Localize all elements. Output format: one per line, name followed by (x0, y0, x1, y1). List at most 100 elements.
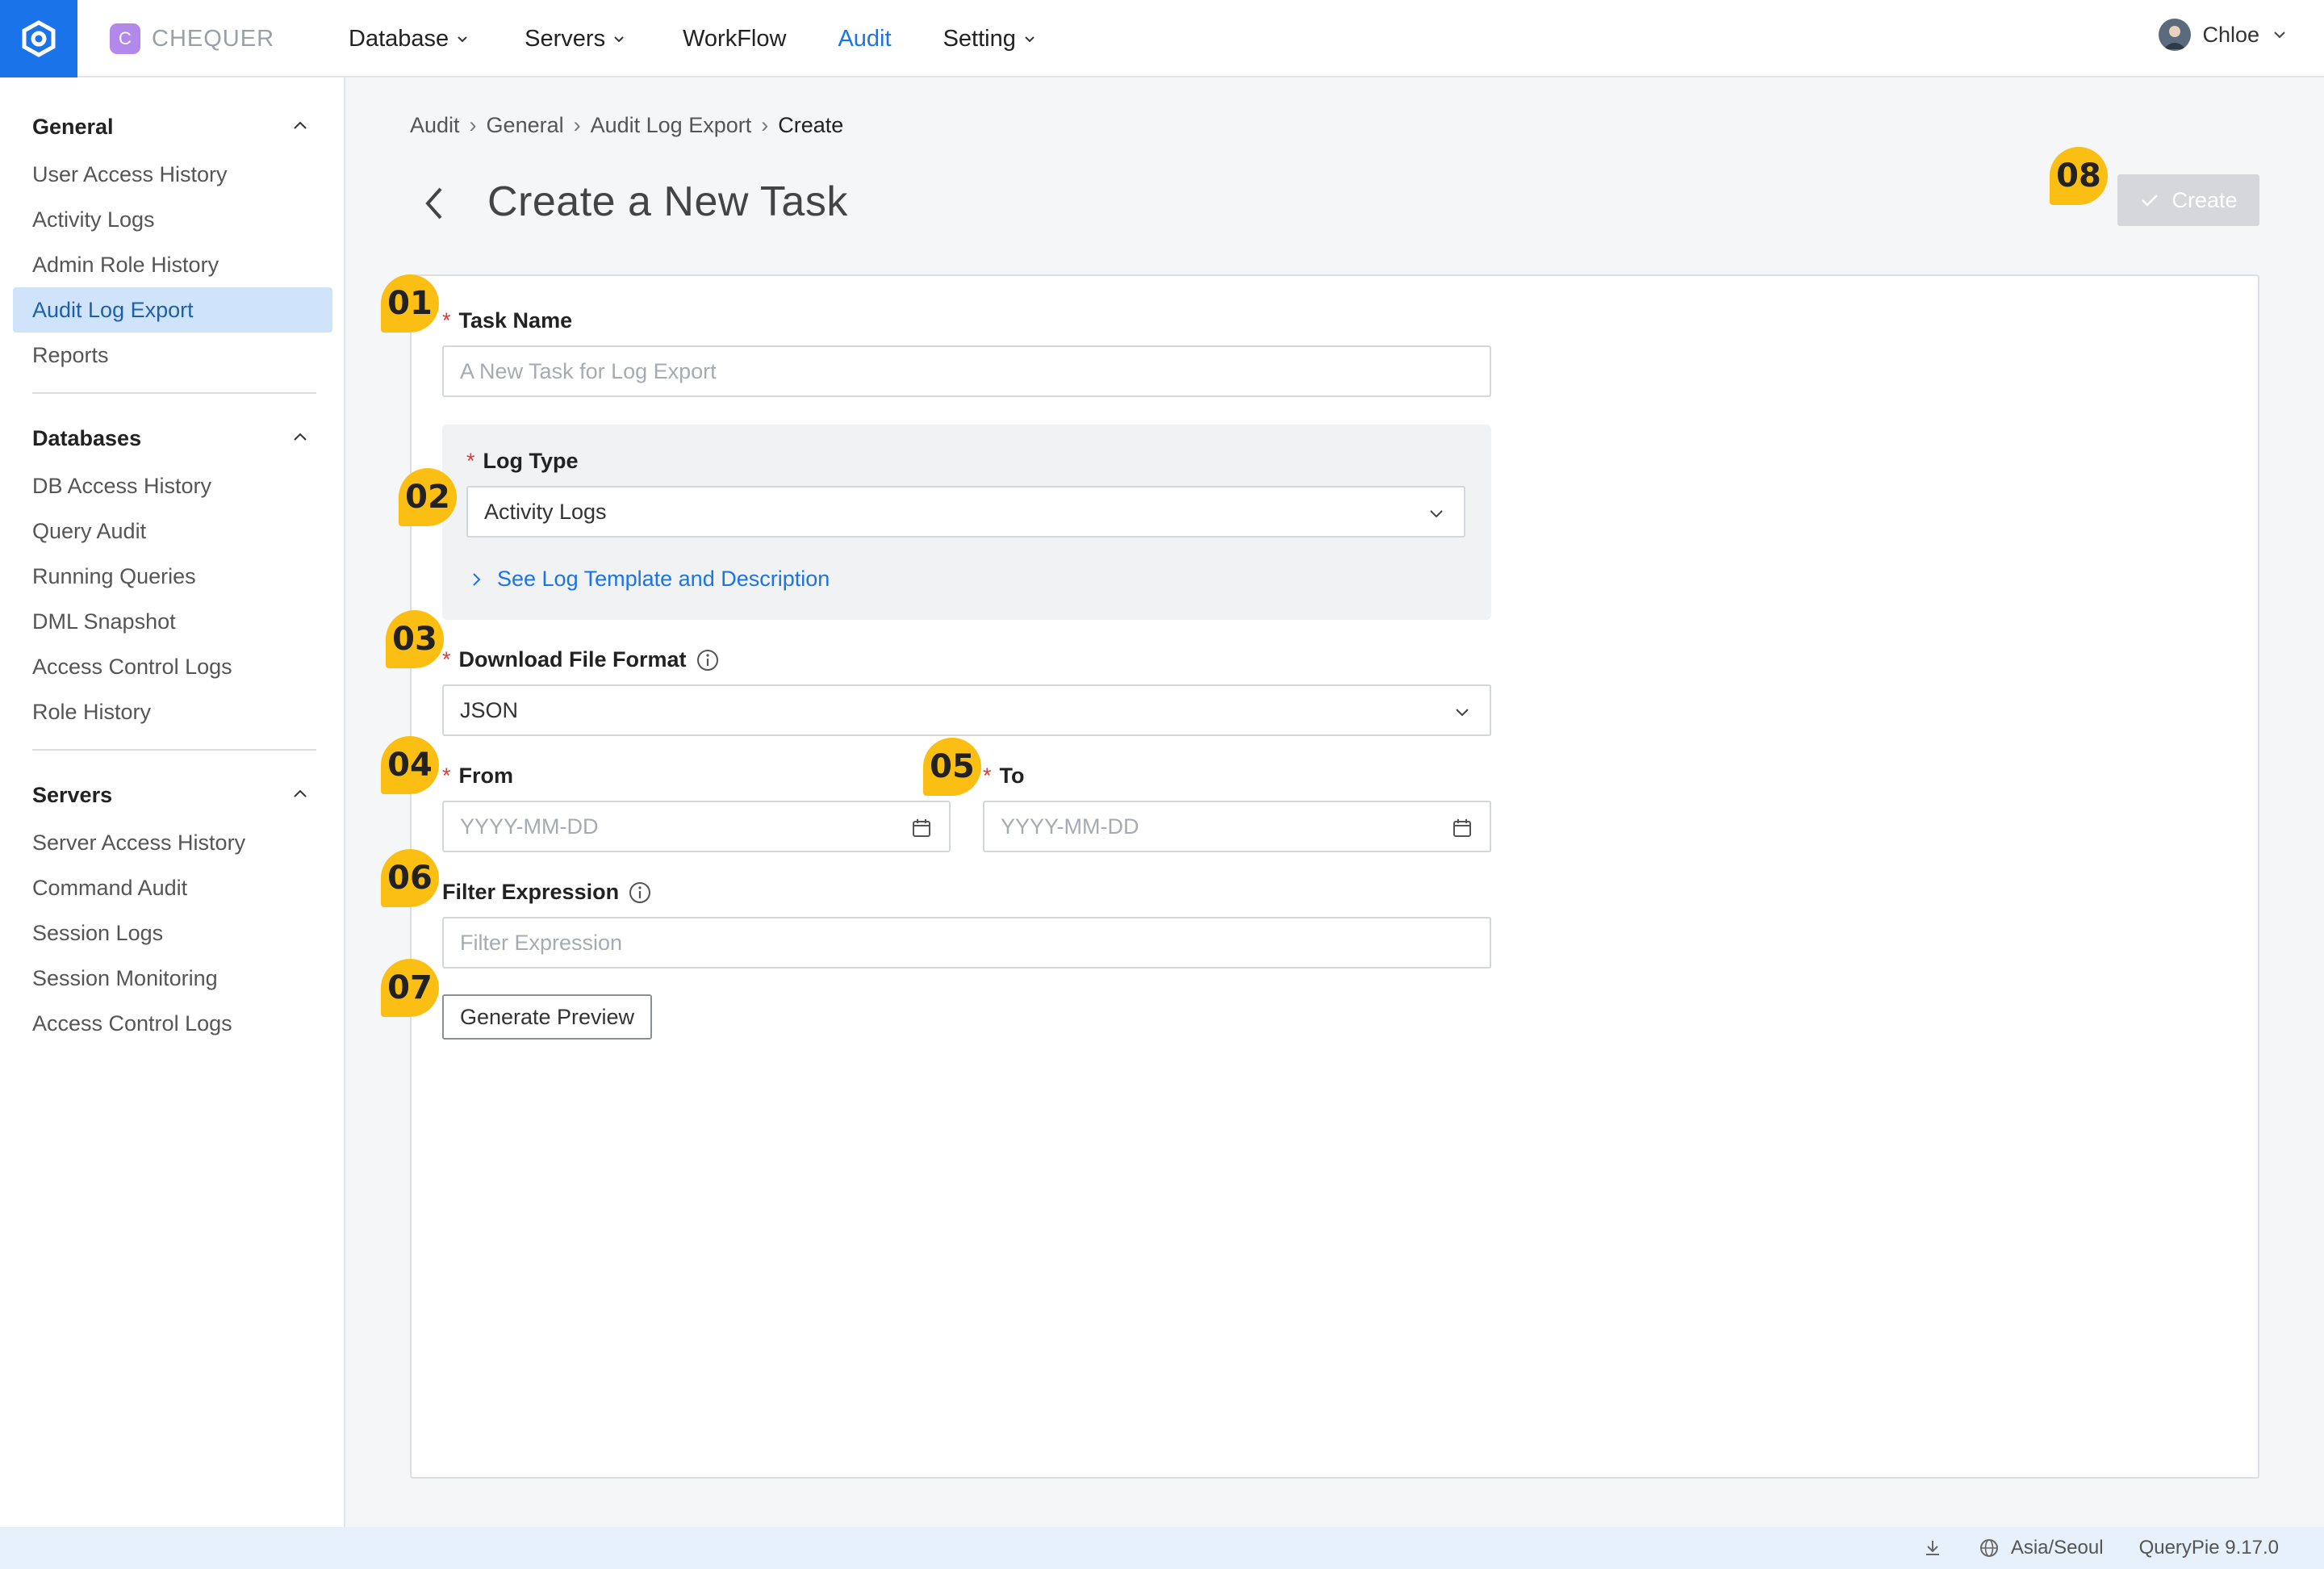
sidebar-item-server-access-control-logs[interactable]: Access Control Logs (13, 1001, 332, 1046)
breadcrumb-create: Create (778, 113, 844, 137)
from-label: * From (442, 764, 513, 789)
chevron-up-icon[interactable] (290, 784, 310, 804)
breadcrumb: Audit › General › Audit Log Export › Cre… (410, 113, 843, 138)
required-mark: * (983, 764, 992, 788)
sidebar-group-databases[interactable]: Databases (32, 426, 141, 451)
calendar-icon[interactable] (1451, 817, 1473, 839)
nav-item-label: Audit (838, 25, 892, 52)
page-title: Create a New Task (487, 178, 848, 225)
file-format-value: JSON (460, 697, 519, 722)
annotation-badge-05: 05 (923, 738, 981, 796)
sidebar-item-user-access-history[interactable]: User Access History (13, 152, 332, 197)
top-navigation-bar: C CHEQUER Database Servers WorkFlow Audi… (0, 0, 2324, 77)
sidebar-group-servers[interactable]: Servers (32, 783, 112, 808)
chevron-down-icon (1430, 510, 1443, 518)
nav-item-label: Servers (525, 25, 606, 52)
chevron-left-icon[interactable] (416, 182, 452, 224)
sidebar-item-session-monitoring[interactable]: Session Monitoring (13, 956, 332, 1001)
sidebar-item-running-queries[interactable]: Running Queries (13, 554, 332, 599)
nav-item-setting[interactable]: Setting (943, 26, 1037, 52)
required-mark: * (442, 308, 451, 333)
file-format-label-text: Download File Format (458, 647, 687, 672)
info-icon[interactable] (629, 881, 651, 904)
required-mark: * (442, 647, 451, 672)
sidebar-item-db-access-history[interactable]: DB Access History (13, 463, 332, 508)
nav-item-database[interactable]: Database (349, 26, 470, 52)
file-format-select[interactable]: JSON (442, 684, 1491, 736)
chevron-right-icon: › (573, 113, 581, 137)
user-menu[interactable]: Chloe (2159, 16, 2288, 53)
chevron-down-icon (1025, 36, 1035, 43)
nav-item-servers[interactable]: Servers (525, 26, 626, 52)
chevron-right-icon (473, 572, 481, 586)
sidebar-divider (32, 749, 316, 751)
sidebar-item-admin-role-history[interactable]: Admin Role History (13, 242, 332, 287)
generate-preview-button[interactable]: Generate Preview (442, 994, 652, 1040)
user-name: Chloe (2202, 22, 2259, 47)
annotation-badge-08: 08 (2050, 147, 2108, 205)
log-type-label-text: Log Type (483, 449, 579, 473)
task-name-input[interactable]: A New Task for Log Export (442, 345, 1491, 397)
create-button[interactable]: Create (2117, 174, 2259, 226)
calendar-icon[interactable] (910, 817, 933, 839)
required-mark: * (466, 449, 475, 473)
sidebar-group-general[interactable]: General (32, 115, 114, 140)
breadcrumb-general[interactable]: General (487, 113, 564, 138)
timezone-selector[interactable]: Asia/Seoul (1979, 1537, 2104, 1559)
nav-item-workflow[interactable]: WorkFlow (683, 26, 786, 52)
from-date-placeholder: YYYY-MM-DD (460, 814, 599, 839)
info-icon[interactable] (696, 649, 719, 672)
chevron-right-icon: › (761, 113, 769, 137)
file-format-label: * Download File Format (442, 647, 719, 672)
annotation-badge-01: 01 (381, 274, 439, 333)
sidebar-item-query-audit[interactable]: Query Audit (13, 508, 332, 554)
from-label-text: From (458, 764, 514, 788)
chevron-down-icon (614, 36, 624, 43)
brand[interactable]: C CHEQUER (110, 23, 274, 55)
breadcrumb-audit-log-export[interactable]: Audit Log Export (591, 113, 752, 138)
chequer-logo-icon: C (110, 23, 140, 54)
sidebar-item-activity-logs[interactable]: Activity Logs (13, 197, 332, 242)
annotation-badge-07: 07 (381, 959, 439, 1017)
sidebar-item-server-access-history[interactable]: Server Access History (13, 820, 332, 865)
create-button-label: Create (2171, 187, 2238, 212)
filter-expression-label: Filter Expression (442, 880, 651, 905)
required-mark: * (442, 764, 451, 788)
sidebar-item-session-logs[interactable]: Session Logs (13, 910, 332, 956)
chevron-down-icon (1456, 709, 1469, 717)
download-icon[interactable] (1922, 1538, 1943, 1559)
chevron-up-icon[interactable] (290, 428, 310, 447)
globe-icon (1979, 1539, 1998, 1557)
from-date-input[interactable]: YYYY-MM-DD (442, 801, 951, 852)
log-type-label: * Log Type (466, 449, 579, 474)
querypie-logo-icon[interactable] (0, 0, 77, 77)
check-icon (2142, 195, 2159, 207)
filter-expression-input[interactable]: Filter Expression (442, 917, 1491, 969)
chevron-right-icon: › (469, 113, 477, 137)
sidebar-item-reports[interactable]: Reports (13, 333, 332, 378)
task-name-label-text: Task Name (458, 308, 573, 333)
sidebar-item-dml-snapshot[interactable]: DML Snapshot (13, 599, 332, 644)
nav-item-label: Database (349, 25, 449, 52)
sidebar-divider (32, 392, 316, 394)
sidebar: General User Access History Activity Log… (0, 77, 345, 1527)
to-label: * To (983, 764, 1025, 789)
chevron-down-icon (2274, 31, 2285, 39)
to-date-input[interactable]: YYYY-MM-DD (983, 801, 1491, 852)
chevron-down-icon (458, 36, 467, 43)
nav-item-audit[interactable]: Audit (838, 26, 891, 52)
avatar (2159, 19, 2192, 51)
log-type-select[interactable]: Activity Logs (466, 486, 1465, 538)
breadcrumb-audit[interactable]: Audit (410, 113, 460, 138)
annotation-badge-02: 02 (399, 468, 457, 526)
log-type-value: Activity Logs (484, 499, 607, 524)
sidebar-item-role-history[interactable]: Role History (13, 689, 332, 734)
sidebar-item-command-audit[interactable]: Command Audit (13, 865, 332, 910)
footer-bar: Asia/Seoul QueryPie 9.17.0 (0, 1527, 2324, 1569)
see-log-template-link[interactable]: See Log Template and Description (470, 567, 830, 592)
annotation-badge-04: 04 (381, 736, 439, 794)
chevron-up-icon[interactable] (290, 116, 310, 136)
timezone-text: Asia/Seoul (2010, 1537, 2104, 1559)
sidebar-item-db-access-control-logs[interactable]: Access Control Logs (13, 644, 332, 689)
sidebar-item-audit-log-export[interactable]: Audit Log Export (13, 287, 332, 333)
